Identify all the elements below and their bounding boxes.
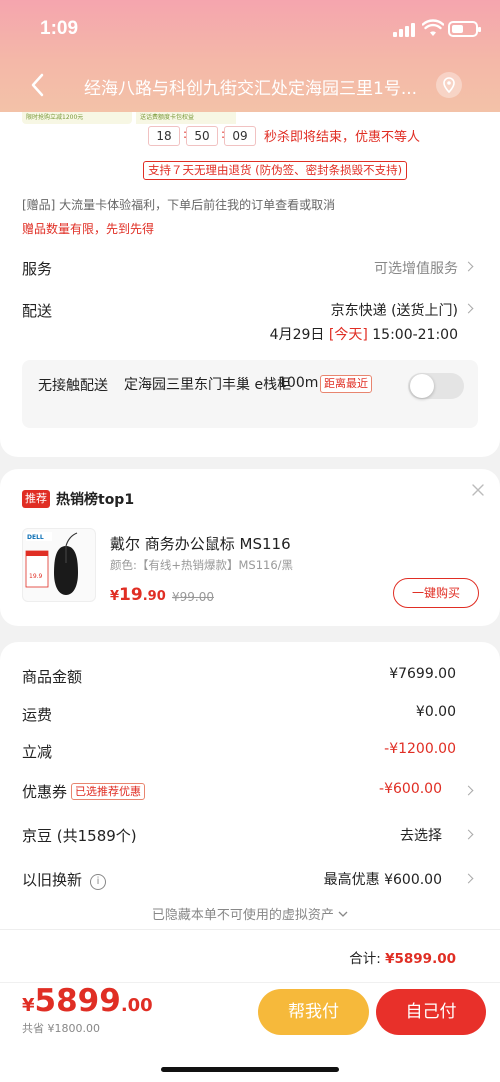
- currency-symbol: ¥: [22, 995, 35, 1016]
- promo-thumbnail: 送话费额度卡包权益: [136, 112, 236, 124]
- goods-amount-row: 商品金额 ¥7699.00: [22, 666, 456, 688]
- countdown-minutes: 50: [186, 126, 218, 146]
- delivery-address[interactable]: 经海八路与科创九街交汇处定海园三里1号...: [84, 74, 424, 99]
- product-name[interactable]: 戴尔 商务办公鼠标 MS116: [110, 533, 291, 554]
- order-detail-card: 限时抢购立减1200元 送话费额度卡包权益 18 : 50 : 09 秒杀即将结…: [0, 112, 500, 457]
- price-summary-card: 商品金额 ¥7699.00 运费 ¥0.00 立减 -¥1200.00 优惠券已…: [0, 642, 500, 982]
- contactless-toggle[interactable]: [408, 373, 464, 399]
- today-tag: [今天]: [328, 327, 368, 343]
- pickup-distance: 100m: [278, 375, 319, 391]
- info-icon[interactable]: i: [90, 874, 107, 890]
- delivery-slot: 15:00-21:00: [372, 327, 458, 343]
- wifi-icon: [422, 19, 444, 36]
- countdown-hours: 18: [148, 126, 180, 146]
- delivery-time[interactable]: 4月29日 [今天] 15:00-21:00: [270, 324, 458, 344]
- countdown-seconds: 09: [224, 126, 256, 146]
- delivery-date: 4月29日: [269, 327, 325, 343]
- coupon-row[interactable]: 优惠券 已选推荐优惠 -¥600.00: [22, 781, 456, 803]
- hidden-assets-text: 已隐藏本单不可使用的虚拟资产: [151, 908, 334, 923]
- status-time: 1:09: [40, 18, 79, 39]
- goods-amount-label: 商品金额: [22, 668, 83, 686]
- thumb-price: 19.9: [29, 573, 43, 580]
- chevron-right-icon[interactable]: [463, 829, 474, 840]
- pay-amount-dec: .00: [120, 995, 153, 1016]
- original-price: ¥99.00: [172, 590, 214, 604]
- close-icon[interactable]: [471, 483, 485, 497]
- home-indicator[interactable]: [161, 1067, 339, 1072]
- coupon-label: 优惠券: [22, 783, 68, 801]
- service-value[interactable]: 可选增值服务: [374, 258, 458, 278]
- top-header: 1:09 经海八路与科创九街交汇处定海园三里1号...: [0, 0, 500, 112]
- product-price: ¥19.90: [110, 585, 166, 605]
- promo-thumbnail: 限时抢购立减1200元: [22, 112, 132, 124]
- pay-amount: ¥5899.00: [22, 983, 153, 1019]
- service-label: 服务: [22, 260, 53, 278]
- total-label: 合计:: [349, 951, 381, 967]
- contactless-delivery-box: 无接触配送 定海园三里东门丰巢 e栈柜 100m 距离最近: [22, 360, 478, 428]
- help-me-pay-button[interactable]: 帮我付: [258, 989, 369, 1035]
- saved-amount: 共省 ¥1800.00: [22, 1022, 100, 1035]
- location-pin-icon[interactable]: [436, 72, 462, 98]
- tradein-row[interactable]: 以旧换新 i 最高优惠 ¥600.00: [22, 869, 456, 891]
- battery-icon: [448, 21, 481, 37]
- tradein-value[interactable]: 最高优惠 ¥600.00: [324, 869, 442, 889]
- recommend-badge: 推荐: [22, 490, 50, 508]
- chevron-right-icon[interactable]: [463, 303, 474, 314]
- total-value: ¥5899.00: [385, 951, 456, 967]
- flash-sale-text: 秒杀即将结束，优惠不等人: [264, 130, 421, 145]
- goods-amount-value: ¥7699.00: [389, 666, 456, 682]
- discount-value: -¥1200.00: [384, 741, 456, 757]
- recommend-title: 热销榜top1: [56, 492, 135, 508]
- shipping-label: 运费: [22, 706, 53, 724]
- gift-note[interactable]: [赠品] 大流量卡体验福利，下单后前往我的订单查看或取消: [22, 196, 335, 213]
- coupon-label-group: 优惠券 已选推荐优惠: [22, 781, 146, 802]
- pay-myself-button[interactable]: 自己付: [376, 989, 486, 1035]
- product-thumbnail[interactable]: DELL 19.9: [22, 528, 96, 602]
- order-total: 合计: ¥5899.00: [349, 947, 456, 967]
- divider: [0, 929, 500, 930]
- chevron-right-icon[interactable]: [463, 873, 474, 884]
- beans-label: 京豆 (共1589个): [22, 827, 137, 845]
- tradein-label: 以旧换新: [22, 871, 83, 889]
- chevron-right-icon[interactable]: [463, 261, 474, 272]
- gift-warning: 赠品数量有限，先到先得: [22, 222, 155, 236]
- one-click-buy-button[interactable]: 一键购买: [393, 578, 479, 608]
- brand-logo: DELL: [27, 534, 44, 541]
- tradein-label-group: 以旧换新 i: [22, 869, 107, 890]
- cellular-signal-icon: [393, 23, 417, 37]
- delivery-label: 配送: [22, 302, 53, 320]
- shipping-row: 运费 ¥0.00: [22, 704, 456, 726]
- beans-value[interactable]: 去选择: [400, 825, 442, 845]
- hidden-assets-note[interactable]: 已隐藏本单不可使用的虚拟资产: [0, 904, 500, 923]
- product-spec: 颜色:【有线+热销爆款】MS116/黑: [110, 558, 294, 572]
- chevron-right-icon[interactable]: [463, 785, 474, 796]
- toggle-knob: [410, 374, 434, 398]
- return-policy-tag: 支持７天无理由退货 (防伪签、密封条损毁不支持): [143, 161, 408, 180]
- back-arrow-icon[interactable]: [28, 72, 48, 98]
- checkout-bar: ¥5899.00 共省 ¥1800.00 帮我付 自己付: [0, 982, 500, 1082]
- discount-label: 立减: [22, 743, 53, 761]
- discount-row: 立减 -¥1200.00: [22, 741, 456, 763]
- recommendation-card: 推荐 热销榜top1 DELL 19.9 戴尔 商务办公鼠标 MS116 颜色:…: [0, 469, 500, 626]
- nearest-tag: 距离最近: [320, 375, 372, 393]
- status-bar: 1:09: [0, 0, 500, 58]
- delivery-method[interactable]: 京东快递 (送货上门): [331, 300, 458, 320]
- pay-amount-int: 5899: [34, 983, 121, 1019]
- shipping-value: ¥0.00: [415, 704, 456, 720]
- beans-row[interactable]: 京豆 (共1589个) 去选择: [22, 825, 456, 847]
- coupon-value[interactable]: -¥600.00: [379, 781, 442, 797]
- contactless-label: 无接触配送: [38, 378, 108, 394]
- chevron-down-icon: [338, 911, 348, 917]
- coupon-tag: 已选推荐优惠: [71, 783, 146, 800]
- pickup-place: 定海园三里东门丰巢 e栈柜: [124, 377, 292, 393]
